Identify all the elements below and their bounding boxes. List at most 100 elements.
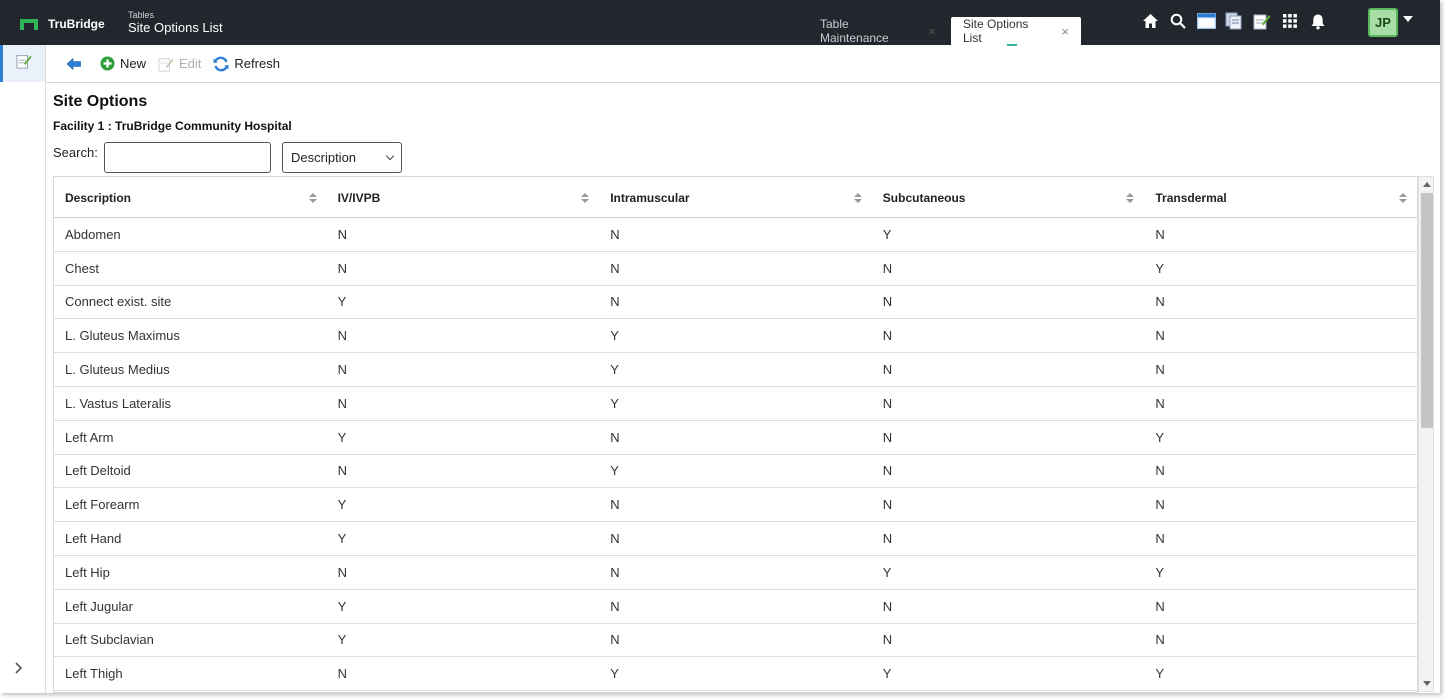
table-row[interactable]: L. Gluteus Maximus N Y N N: [54, 319, 1417, 354]
cell-subcutaneous: N: [882, 632, 893, 648]
cell-intramuscular: Y: [610, 463, 619, 479]
tab-label: Table Maintenance: [820, 17, 889, 45]
column-header-transdermal[interactable]: Transdermal: [1144, 177, 1417, 218]
cell-iv-ivpb: N: [337, 666, 347, 682]
documents-icon[interactable]: [1224, 10, 1244, 32]
cell-transdermal: Y: [1155, 429, 1165, 445]
tab-table-maintenance[interactable]: Table Maintenance ×: [808, 17, 948, 45]
refresh-button[interactable]: Refresh: [213, 56, 280, 72]
cell-intramuscular: Y: [610, 395, 619, 411]
back-arrow-icon: [66, 56, 82, 72]
table-scrollbar[interactable]: [1418, 176, 1434, 692]
cell-description: Left Hip: [65, 564, 110, 580]
cell-transdermal: N: [1155, 226, 1165, 242]
apps-grid-icon[interactable]: [1280, 10, 1300, 32]
cell-intramuscular: N: [610, 564, 620, 580]
column-label: Intramuscular: [610, 190, 690, 205]
column-label: Description: [65, 190, 132, 205]
header-actions: [1140, 10, 1336, 32]
table-row[interactable]: Left Jugular Y N N N: [54, 590, 1417, 624]
sort-icon: [1126, 192, 1135, 203]
cell-subcutaneous: N: [882, 497, 893, 513]
search-field-value: Description: [291, 150, 357, 165]
scroll-up-icon[interactable]: [1423, 182, 1431, 187]
column-header-intramuscular[interactable]: Intramuscular: [599, 177, 872, 218]
column-header-subcutaneous[interactable]: Subcutaneous: [872, 177, 1145, 218]
cell-description: Left Hand: [65, 531, 122, 547]
chevron-right-icon[interactable]: [14, 661, 24, 679]
close-icon[interactable]: ×: [928, 24, 936, 39]
cell-iv-ivpb: Y: [337, 598, 347, 614]
cell-subcutaneous: N: [882, 260, 893, 276]
bell-icon[interactable]: [1308, 10, 1328, 32]
tab-site-options-list[interactable]: Site Options List ×: [951, 17, 1081, 46]
table-row[interactable]: Left Hip N N Y Y: [54, 556, 1417, 590]
column-label: IV/IVPB: [337, 190, 381, 205]
table-row[interactable]: Left Subclavian Y N N N: [54, 624, 1417, 658]
home-icon[interactable]: [1140, 10, 1160, 32]
window-icon[interactable]: [1196, 10, 1216, 32]
column-header-description[interactable]: Description: [54, 177, 327, 218]
cell-iv-ivpb: Y: [337, 497, 347, 513]
app-title: Site Options List: [128, 20, 223, 35]
table-row[interactable]: Connect exist. site Y N N N: [54, 286, 1417, 320]
search-field-select[interactable]: Description: [282, 142, 402, 173]
table-row[interactable]: Left Thigh N Y Y Y: [54, 657, 1417, 692]
cell-transdermal: N: [1155, 531, 1165, 547]
notes-icon[interactable]: [1252, 10, 1272, 32]
cell-transdermal: N: [1155, 294, 1165, 310]
table-row[interactable]: Left Hand Y N N N: [54, 522, 1417, 556]
rail-item-notes[interactable]: [0, 45, 45, 82]
cell-transdermal: Y: [1155, 666, 1165, 682]
scroll-down-icon[interactable]: [1423, 681, 1431, 686]
new-label: New: [120, 56, 147, 71]
cell-description: Left Deltoid: [65, 463, 131, 479]
scrollbar-thumb[interactable]: [1421, 193, 1433, 428]
toolbar: New Edit Refresh: [46, 45, 1440, 83]
cell-transdermal: Y: [1155, 260, 1165, 276]
cell-intramuscular: N: [610, 294, 620, 310]
table-row[interactable]: Left Arm Y N N Y: [54, 421, 1417, 455]
cell-subcutaneous: N: [882, 531, 893, 547]
section-label: Tables: [128, 10, 155, 20]
left-rail: [0, 45, 46, 693]
cell-intramuscular: N: [610, 531, 620, 547]
chevron-down-icon[interactable]: [1403, 16, 1413, 22]
close-icon[interactable]: ×: [1061, 24, 1069, 39]
tab-label: Site Options List: [963, 17, 1029, 45]
cell-iv-ivpb: Y: [337, 294, 347, 310]
table-row[interactable]: Left Deltoid N Y N N: [54, 455, 1417, 489]
top-bar: TruBridge Tables Site Options List Table…: [0, 0, 1440, 46]
cell-transdermal: Y: [1155, 564, 1165, 580]
cell-transdermal: N: [1155, 497, 1165, 513]
search-icon[interactable]: [1168, 10, 1188, 32]
search-input[interactable]: [104, 142, 271, 173]
cell-description: Abdomen: [65, 226, 121, 242]
table-row[interactable]: Left Forearm Y N N N: [54, 488, 1417, 523]
refresh-label: Refresh: [234, 56, 280, 71]
cell-iv-ivpb: N: [337, 463, 347, 479]
brand-logo[interactable]: TruBridge: [20, 17, 105, 31]
cell-subcutaneous: N: [882, 598, 893, 614]
cell-description: Left Forearm: [65, 497, 140, 513]
cell-iv-ivpb: N: [337, 328, 347, 344]
cell-transdermal: N: [1155, 362, 1165, 378]
avatar[interactable]: JP: [1368, 8, 1398, 37]
cell-transdermal: N: [1155, 463, 1165, 479]
table-row[interactable]: Chest N N N Y: [54, 252, 1417, 286]
table-row[interactable]: L. Gluteus Medius N Y N N: [54, 353, 1417, 387]
cell-intramuscular: N: [610, 632, 620, 648]
column-header-iv-ivpb[interactable]: IV/IVPB: [327, 177, 600, 218]
cell-subcutaneous: N: [882, 294, 893, 310]
cell-intramuscular: N: [610, 260, 620, 276]
new-button[interactable]: New: [99, 56, 146, 72]
edit-button[interactable]: Edit: [158, 56, 201, 72]
facility-label: Facility 1 : TruBridge Community Hospita…: [53, 119, 292, 133]
sort-icon: [581, 192, 590, 203]
back-button[interactable]: [66, 56, 87, 72]
cell-description: Chest: [65, 260, 99, 276]
table-row[interactable]: Abdomen N N Y N: [54, 218, 1417, 252]
brand-name: TruBridge: [48, 17, 105, 31]
table-row[interactable]: L. Vastus Lateralis N Y N N: [54, 387, 1417, 421]
cell-transdermal: N: [1155, 598, 1165, 614]
